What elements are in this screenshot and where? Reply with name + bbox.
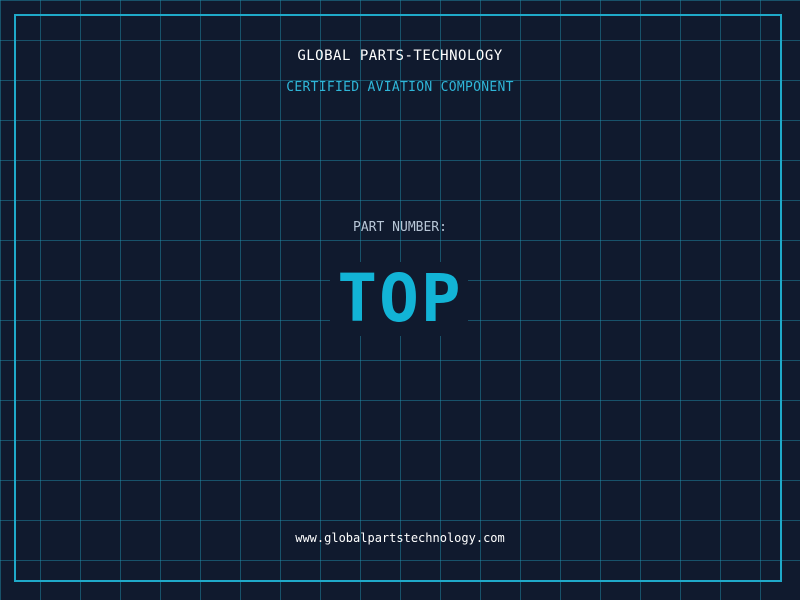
certificate-page: GLOBAL PARTS-TECHNOLOGY CERTIFIED AVIATI… — [0, 0, 800, 600]
certification-tagline: CERTIFIED AVIATION COMPONENT — [286, 80, 514, 95]
company-name: GLOBAL PARTS-TECHNOLOGY — [297, 48, 503, 64]
part-number-value: TOP — [337, 260, 463, 337]
website-url: www.globalpartstechnology.com — [295, 531, 505, 545]
part-number-label: PART NUMBER: — [353, 220, 447, 235]
